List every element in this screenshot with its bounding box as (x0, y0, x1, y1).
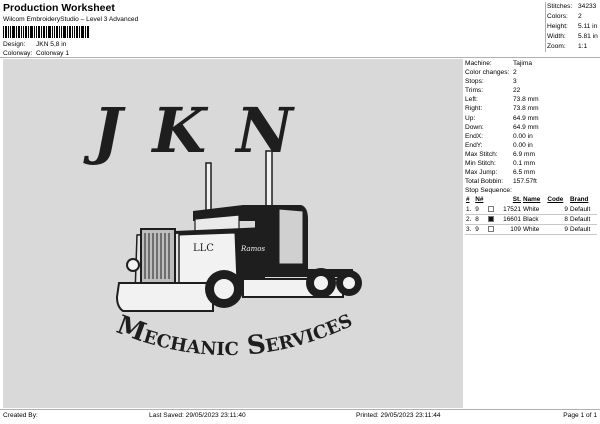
info-up: Up: 64.9 mm (465, 114, 539, 122)
info-endx: EndX: 0.00 in (465, 132, 533, 140)
machine-info-panel: Machine: Tajima Color changes: 2 Stops: 3 T… (465, 59, 600, 235)
barcode-icon (3, 26, 89, 38)
colorway-row: Colorway: Colorway 1 (3, 50, 69, 57)
footer: Created By: Last Saved: 29/05/2023 23:11… (0, 410, 600, 424)
worksheet-title: Production Worksheet (3, 2, 115, 14)
info-color-changes: Color changes: 2 (465, 69, 517, 77)
headlight (126, 258, 140, 272)
page-number: Page 1 of 1 (563, 412, 597, 419)
embroidery-artwork: JKN LLC Ramos Mechanic Services (83, 94, 362, 362)
info-stops: Stops: 3 (465, 78, 517, 86)
color-swatch (488, 226, 495, 233)
software-subtitle: Wilcom EmbroideryStudio – Level 3 Advanc… (3, 16, 139, 23)
last-saved: Last Saved: 29/05/2023 23:11:40 (149, 412, 246, 419)
info-left: Left: 73.8 mm (465, 96, 539, 104)
info-min-stitch: Min Stitch: 0.1 mm (465, 160, 535, 168)
production-worksheet: Production Worksheet Wilcom EmbroiderySt… (0, 0, 600, 424)
stop-row: 1. 9 17521 White 9 Default (465, 204, 597, 215)
stat-stitches: Stitches: 34233 (547, 3, 597, 10)
color-swatch (488, 216, 495, 223)
info-max-jump: Max Jump: 6.5 mm (465, 169, 535, 177)
created-by: Created By: (3, 412, 38, 419)
info-right: Right: 73.8 mm (465, 105, 539, 113)
stats-box: Stitches: 34233 Colors: 2 Height: 5.11 in W… (545, 2, 598, 52)
stat-height: Height: 5.11 in (547, 23, 598, 30)
info-max-stitch: Max Stitch: 6.9 mm (465, 150, 535, 158)
artwork-bottom-text: Mechanic Services (113, 304, 357, 362)
colorway-label: Colorway: (3, 50, 33, 57)
design-name-row: Design: JKN 5,8 in (3, 41, 66, 48)
info-trims: Trims: 22 (465, 87, 521, 95)
front-bumper (115, 282, 214, 312)
stat-zoom: Zoom: 1:1 (547, 43, 588, 50)
design-label: Design: (3, 41, 26, 48)
door-text-llc: LLC (193, 243, 214, 254)
info-down: Down: 64.9 mm (465, 123, 539, 131)
colorway-value: Colorway 1 (36, 50, 69, 57)
sleeper-side-panel (278, 208, 304, 265)
door-script-text: Ramos (240, 245, 265, 253)
stop-row: 2. 8 16601 Black 8 Default (465, 214, 597, 225)
info-machine: Machine: Tajima (465, 60, 533, 67)
stat-width: Width: 5.81 in (547, 33, 598, 40)
stop-table-header: # N# St. Name Code Brand (466, 196, 589, 204)
design-preview: JKN LLC Ramos Mechanic Services (3, 59, 463, 408)
printed-date: Printed: 29/05/2023 23:11:44 (356, 412, 441, 419)
artwork-top-text: JKN (83, 94, 323, 167)
header-divider (0, 57, 600, 58)
design-value: JKN 5,8 in (36, 41, 67, 48)
stop-row: 3. 9 109 White 9 Default (465, 224, 597, 235)
color-swatch (488, 205, 495, 212)
exhaust-stack-left (205, 162, 212, 212)
info-total-bobbin: Total Bobbin: 157.57ft (465, 178, 537, 186)
rear-wheel-1-hub (314, 276, 328, 290)
stat-colors: Colors: 2 (547, 13, 582, 20)
rear-wheel-2-hub (343, 277, 355, 289)
front-wheel-hub (212, 277, 236, 301)
stop-sequence-title: Stop Sequence: (465, 187, 512, 195)
stop-sequence-table: # N# St. Name Code Brand 1. 9 17521 Whit… (465, 195, 597, 235)
truck-grille (140, 228, 176, 284)
info-endy: EndY: 0.00 in (465, 141, 533, 149)
